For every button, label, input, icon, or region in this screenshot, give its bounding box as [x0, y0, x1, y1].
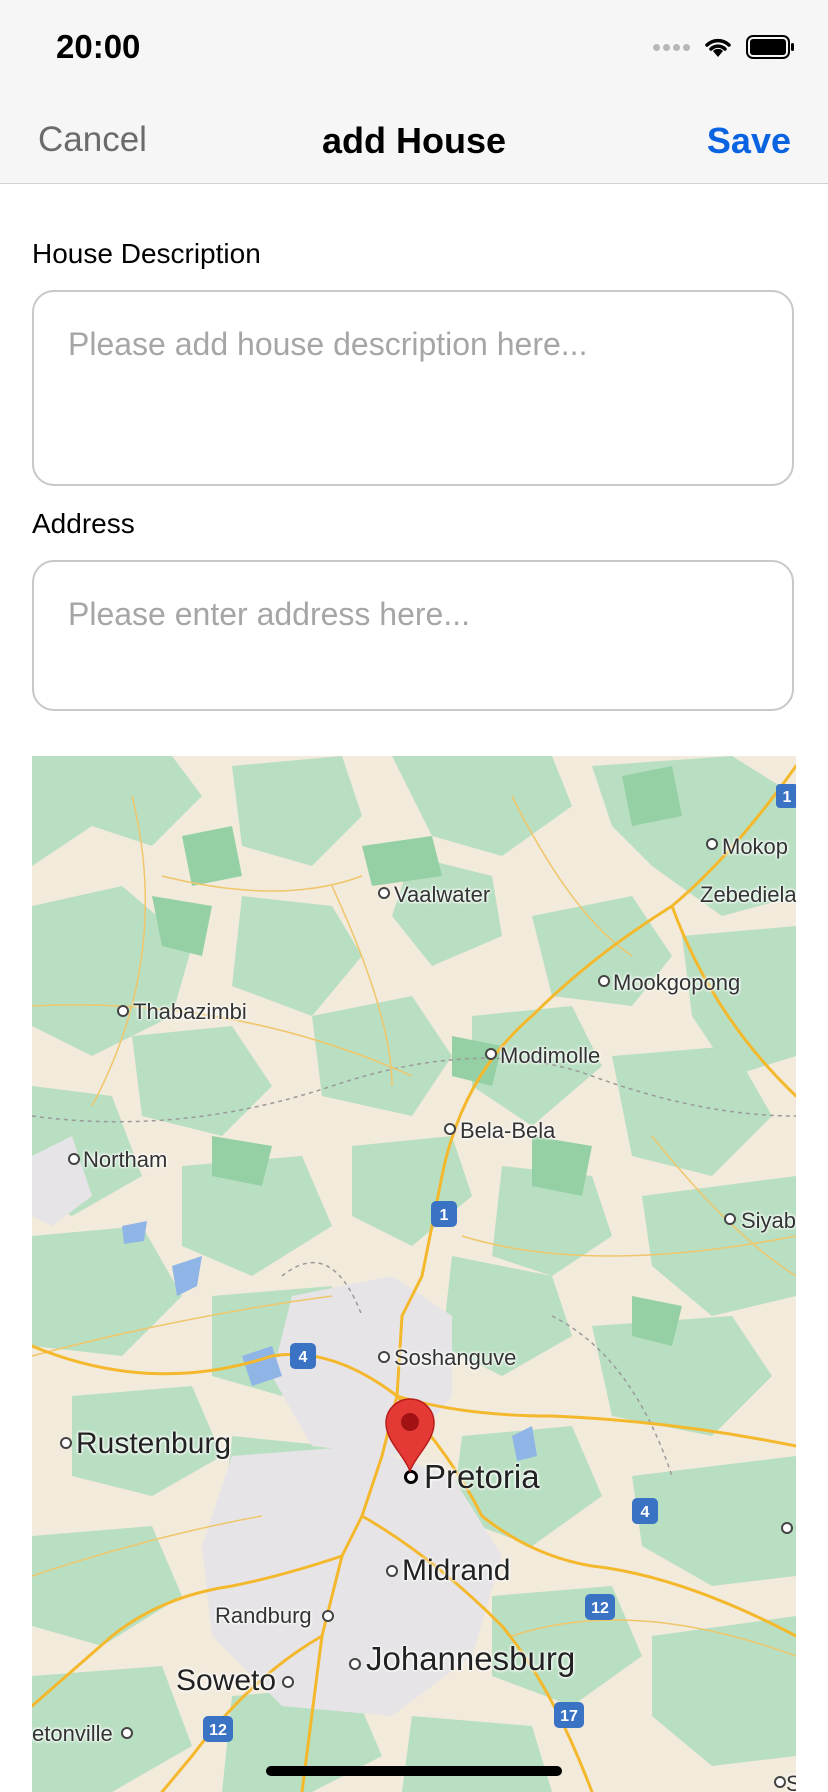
- label-soweto: Soweto: [176, 1664, 277, 1697]
- description-label: House Description: [32, 238, 261, 269]
- svg-text:12: 12: [591, 1600, 609, 1617]
- save-button[interactable]: Save: [707, 120, 791, 162]
- address-placeholder: Please enter address here...: [68, 596, 471, 632]
- label-zebediela: Zebediela: [700, 882, 796, 907]
- label-siyab: Siyab: [741, 1208, 796, 1233]
- signal-icon: [653, 43, 690, 51]
- label-modimolle: Modimolle: [500, 1043, 601, 1068]
- place-dot: [598, 975, 610, 987]
- address-label: Address: [32, 508, 135, 539]
- place-dot: [378, 887, 390, 899]
- svg-text:12: 12: [209, 1722, 227, 1739]
- status-bar: 20:00: [0, 0, 828, 96]
- place-dot: [282, 1676, 294, 1688]
- svg-text:17: 17: [560, 1708, 578, 1725]
- location-pin-icon[interactable]: [384, 1397, 436, 1473]
- place-dot: [68, 1153, 80, 1165]
- label-mokop: Mokop: [722, 834, 789, 859]
- address-input[interactable]: Please enter address here...: [32, 560, 794, 711]
- svg-text:1: 1: [783, 789, 792, 806]
- label-vaalwater: Vaalwater: [394, 882, 491, 907]
- label-soshanguve: Soshanguve: [394, 1345, 517, 1370]
- label-etonville: etonville: [32, 1721, 113, 1746]
- label-johannesburg: Johannesburg: [366, 1640, 576, 1677]
- place-dot: [444, 1123, 456, 1135]
- svg-text:1: 1: [440, 1207, 449, 1224]
- status-icons: [653, 34, 796, 60]
- svg-text:4: 4: [641, 1504, 650, 1521]
- place-dot: [706, 838, 718, 850]
- map-view[interactable]: 1 1 4 4 12 12 17 Mokop Zebediela Vaalwat…: [32, 756, 796, 1792]
- place-dot: [117, 1005, 129, 1017]
- place-dot: [378, 1351, 390, 1363]
- label-midrand: Midrand: [402, 1554, 511, 1587]
- label-mookgopong: Mookgopong: [613, 970, 741, 995]
- home-indicator: [266, 1766, 562, 1776]
- place-dot: [774, 1776, 786, 1788]
- svg-text:4: 4: [299, 1349, 308, 1366]
- place-dot: [349, 1658, 361, 1670]
- label-pretoria: Pretoria: [424, 1458, 540, 1495]
- label-randburg: Randburg: [215, 1603, 312, 1628]
- label-rustenburg: Rustenburg: [76, 1427, 232, 1460]
- label-s-edge: S: [786, 1771, 796, 1792]
- label-northam: Northam: [83, 1147, 168, 1172]
- place-dot: [781, 1522, 793, 1534]
- map-terrain: 1 1 4 4 12 12 17: [32, 756, 796, 1792]
- battery-icon: [746, 35, 794, 59]
- place-dot: [322, 1610, 334, 1622]
- description-textarea[interactable]: Please add house description here...: [32, 290, 794, 486]
- place-dot: [386, 1565, 398, 1577]
- place-dot: [60, 1437, 72, 1449]
- description-placeholder: Please add house description here...: [68, 326, 588, 362]
- cancel-button[interactable]: Cancel: [38, 120, 147, 160]
- place-dot: [724, 1213, 736, 1225]
- place-dot: [485, 1048, 497, 1060]
- label-bela-bela: Bela-Bela: [460, 1118, 556, 1143]
- wifi-icon: [705, 38, 731, 57]
- status-time: 20:00: [56, 28, 141, 65]
- label-thabazimbi: Thabazimbi: [133, 999, 247, 1024]
- nav-bar: add House Cancel Save: [0, 96, 828, 184]
- place-dot: [121, 1727, 133, 1739]
